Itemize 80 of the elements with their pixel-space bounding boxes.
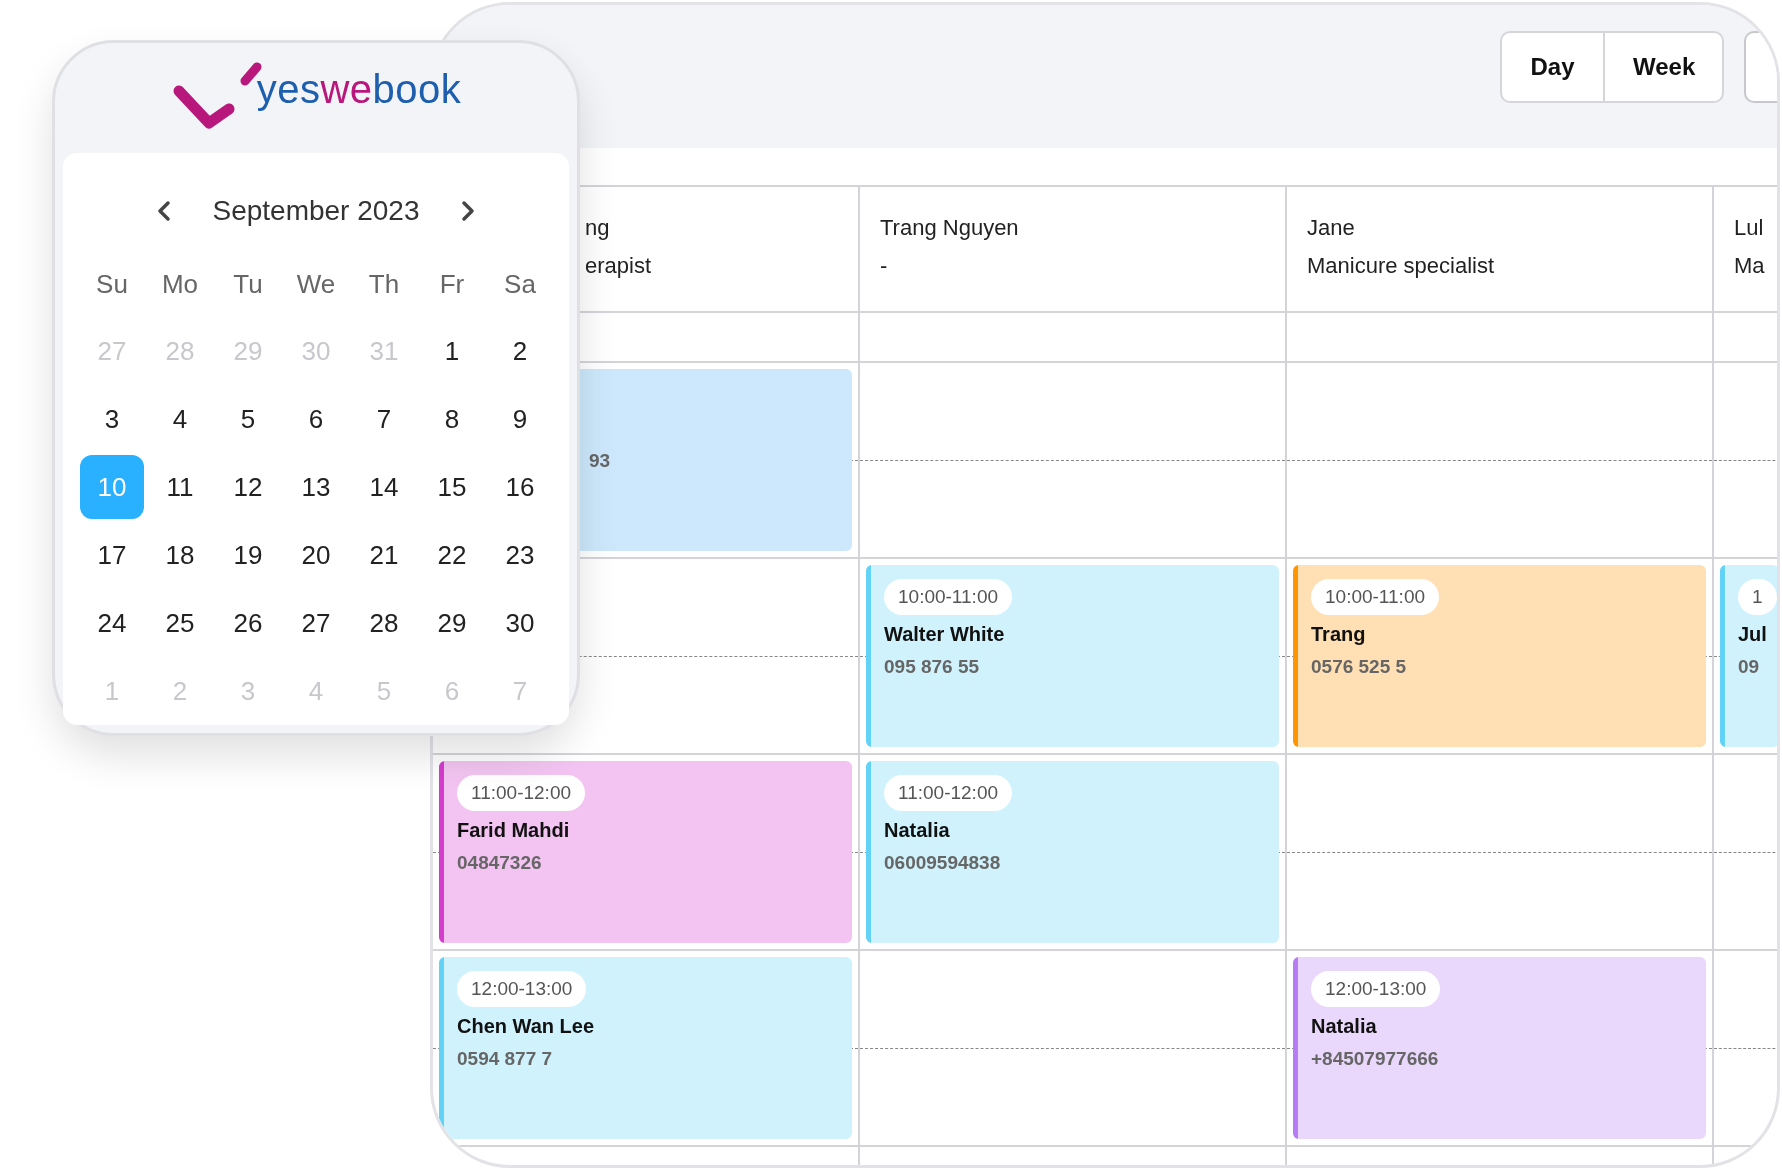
weekday-label: Sa <box>503 267 537 301</box>
weekday-label: We <box>295 267 337 301</box>
view-button[interactable] <box>1744 31 1777 103</box>
time-slot[interactable] <box>860 951 1287 1147</box>
staff-role: erapist <box>585 252 652 280</box>
client-name: Farid Mahdi <box>457 818 570 843</box>
calendar-day[interactable]: 3 <box>80 387 144 451</box>
client-phone: +84507977666 <box>1311 1047 1439 1071</box>
client-phone: 0594 877 7 <box>457 1047 553 1071</box>
staff-role: - <box>880 252 888 280</box>
staff-role: Manicure specialist <box>1307 252 1495 280</box>
time-slot[interactable] <box>1287 755 1714 951</box>
time-pill: 12:00-13:00 <box>1311 971 1441 1007</box>
calendar-day[interactable]: 5 <box>216 387 280 451</box>
calendar-day[interactable]: 13 <box>284 455 348 519</box>
calendar-day[interactable]: 26 <box>216 591 280 655</box>
time-pill: 10:00-11:00 <box>884 579 1012 615</box>
time-pill: 10:00-11:00 <box>1311 579 1439 615</box>
chevron-right-icon[interactable] <box>459 200 476 222</box>
calendar-day[interactable]: 6 <box>284 387 348 451</box>
appointment-card[interactable]: 10:00-11:00 Trang 0576 525 5 <box>1293 565 1706 747</box>
appointment-card[interactable]: 11:00-12:00 Natalia 06009594838 <box>866 761 1279 943</box>
weekday-label: Th <box>367 267 401 301</box>
logo-text: yeswebook <box>256 66 462 113</box>
client-phone: 04847326 <box>457 851 542 875</box>
calendar-day[interactable]: 12 <box>216 455 280 519</box>
time-pill: 12:00-13:00 <box>457 971 587 1007</box>
calendar-day[interactable]: 9 <box>488 387 552 451</box>
calendar-day[interactable]: 16 <box>488 455 552 519</box>
week-view-button[interactable]: Week <box>1604 31 1724 103</box>
calendar-day[interactable]: 4 <box>148 387 212 451</box>
time-pill: 11:00-12:00 <box>457 775 585 811</box>
weekday-label: Su <box>95 267 129 301</box>
appointment-card[interactable]: 11:00-12:00 Farid Mahdi 04847326 <box>439 761 852 943</box>
calendar-day[interactable]: 18 <box>148 523 212 587</box>
appointment-card[interactable]: 12:00-13:00 Natalia +84507977666 <box>1293 957 1706 1139</box>
calendar-day[interactable]: 11 <box>148 455 212 519</box>
time-slot[interactable] <box>1287 363 1714 559</box>
time-slot[interactable] <box>860 363 1287 559</box>
client-phone: 93 <box>589 449 611 473</box>
client-name: Trang <box>1311 622 1366 647</box>
calendar-day[interactable]: 30 <box>488 591 552 655</box>
calendar-day[interactable]: 25 <box>148 591 212 655</box>
staff-name: Trang Nguyen <box>880 214 1019 242</box>
calendar-day[interactable]: 20 <box>284 523 348 587</box>
calendar-day[interactable]: 21 <box>352 523 416 587</box>
client-phone: 06009594838 <box>884 851 1001 875</box>
all-day-slot[interactable] <box>1287 313 1714 363</box>
weekday-label: Mo <box>160 267 200 301</box>
weekday-label: Fr <box>438 267 466 301</box>
calendar-day[interactable]: 7 <box>352 387 416 451</box>
calendar-day[interactable]: 27 <box>284 591 348 655</box>
time-pill: 1 <box>1738 579 1777 615</box>
client-phone: 0576 525 5 <box>1311 655 1407 679</box>
client-name: Walter White <box>884 622 1005 647</box>
staff-name: Jane <box>1307 214 1355 242</box>
calendar-day[interactable]: 14 <box>352 455 416 519</box>
calendar-day[interactable]: 28 <box>352 591 416 655</box>
calendar-day[interactable]: 19 <box>216 523 280 587</box>
calendar-day[interactable]: 24 <box>80 591 144 655</box>
month-title: September 2023 <box>212 194 420 228</box>
all-day-slot[interactable] <box>860 313 1287 363</box>
client-name: Natalia <box>884 818 950 843</box>
time-pill: 11:00-12:00 <box>884 775 1012 811</box>
client-phone: 095 876 55 <box>884 655 980 679</box>
staff-role: Ma <box>1734 252 1765 280</box>
client-name: Chen Wan Lee <box>457 1014 595 1039</box>
client-name: Natalia <box>1311 1014 1377 1039</box>
client-phone: 09 <box>1738 655 1760 679</box>
staff-name: Lul <box>1734 214 1764 242</box>
appointment-card[interactable]: 12:00-13:00 Chen Wan Lee 0594 877 7 <box>439 957 852 1139</box>
appointment-card[interactable]: 1 Jul 09 <box>1720 565 1777 747</box>
calendar-day[interactable]: 29 <box>420 591 484 655</box>
appointment-card[interactable]: 10:00-11:00 Walter White 095 876 55 <box>866 565 1279 747</box>
client-name: Jul <box>1738 622 1767 647</box>
staff-name: ng <box>585 214 610 242</box>
chevron-left-icon[interactable] <box>156 200 173 222</box>
weekday-label: Tu <box>232 267 264 301</box>
day-view-button[interactable]: Day <box>1500 31 1604 103</box>
calendar-day[interactable]: 17 <box>80 523 144 587</box>
